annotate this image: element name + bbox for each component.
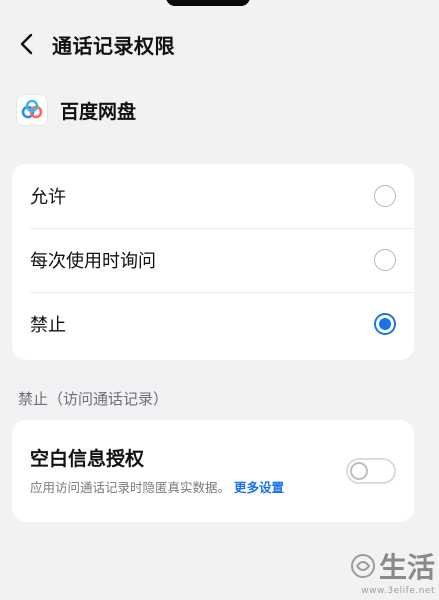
blank-info-title: 空白信息授权	[30, 448, 145, 470]
option-allow[interactable]: 允许	[12, 164, 414, 228]
blank-info-description: 应用访问通话记录时隐匿真实数据。 更多设置	[30, 477, 396, 496]
page-title: 通话记录权限	[52, 33, 175, 58]
description-text: 应用访问通话记录时隐匿真实数据。	[30, 480, 231, 495]
watermark: 生活 www.3elife.net	[349, 546, 435, 596]
option-deny[interactable]: 禁止	[12, 292, 414, 356]
app-info: 百度网盘	[16, 92, 136, 128]
option-ask-every-time[interactable]: 每次使用时询问	[12, 228, 414, 292]
radio-button[interactable]	[374, 249, 396, 271]
section-label: 禁止（访问通话记录）	[18, 390, 169, 408]
radio-button[interactable]	[374, 185, 396, 207]
option-label: 允许	[30, 187, 66, 208]
more-settings-link[interactable]: 更多设置	[234, 480, 284, 495]
watermark-text: 生活	[378, 551, 435, 584]
app-name: 百度网盘	[60, 100, 137, 123]
permission-options-card: 允许 每次使用时询问 禁止	[12, 164, 414, 360]
radio-button-selected[interactable]	[374, 313, 396, 335]
blank-info-card: 空白信息授权 应用访问通话记录时隐匿真实数据。 更多设置	[12, 420, 414, 522]
watermark-url: www.3elife.net	[361, 586, 435, 596]
radio-dot	[379, 318, 391, 330]
header: 通话记录权限	[0, 22, 439, 66]
camera-notch	[166, 0, 250, 6]
blank-info-toggle[interactable]	[346, 458, 396, 484]
chevron-left-icon	[20, 33, 33, 55]
option-label: 禁止	[30, 315, 66, 336]
watermark-logo-icon	[350, 554, 375, 578]
toggle-knob	[350, 462, 368, 480]
back-button[interactable]	[6, 24, 46, 64]
option-label: 每次使用时询问	[30, 251, 156, 272]
baidu-netdisk-app-icon	[16, 94, 48, 126]
